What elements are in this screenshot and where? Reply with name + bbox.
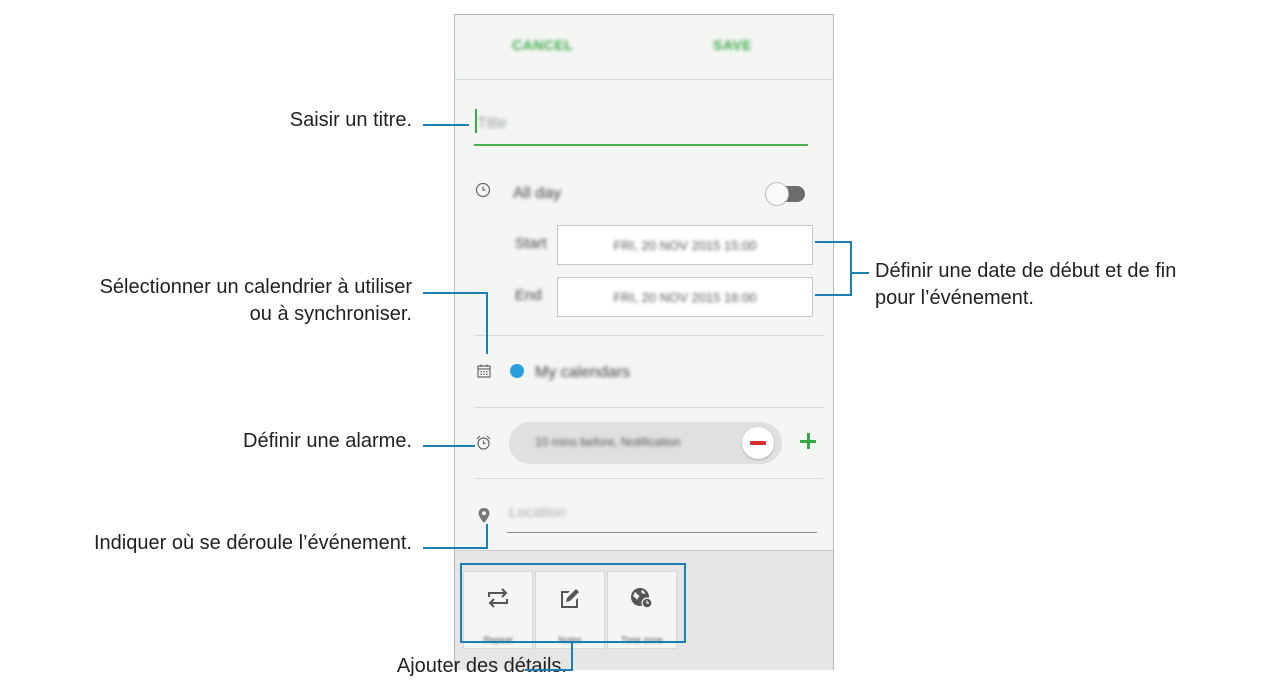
title-underline — [474, 144, 808, 146]
callout-location: Indiquer où se déroule l’événement. — [94, 532, 412, 554]
all-day-toggle[interactable] — [765, 182, 805, 206]
repeat-button[interactable]: Repeat — [463, 571, 533, 649]
time-zone-icon — [631, 588, 653, 609]
leader-line-location-h — [423, 547, 487, 549]
all-day-label: All day — [513, 185, 562, 202]
callout-title: Saisir un titre. — [289, 109, 412, 131]
end-label: End — [515, 287, 542, 304]
leader-line-details-v — [571, 641, 573, 671]
notes-label: Notes — [558, 635, 582, 645]
remove-alarm-button[interactable] — [742, 427, 774, 459]
bracket-details-left — [460, 563, 462, 643]
bracket-details-top — [460, 563, 686, 565]
start-date-field[interactable]: FRI, 20 NOV 2015 15:00 — [557, 225, 813, 265]
notes-icon — [561, 589, 579, 608]
alarm-value: 10 mins before, Notification — [535, 435, 681, 449]
leader-line-calendar-v — [486, 292, 488, 354]
cancel-button[interactable]: CANCEL — [512, 37, 573, 53]
bracket-dates-top — [815, 241, 852, 243]
calendar-icon — [477, 364, 491, 378]
time-zone-label: Time zone — [621, 635, 663, 645]
save-button[interactable]: SAVE — [713, 37, 752, 53]
top-toolbar: CANCEL SAVE — [455, 15, 833, 80]
leader-line-details-h — [525, 669, 573, 671]
repeat-icon — [488, 588, 508, 608]
callout-calendar-line2: ou à synchroniser. — [249, 303, 412, 325]
location-pin-icon — [478, 508, 490, 523]
callout-dates-line2: pour l’événement. — [875, 287, 1034, 309]
alarm-icon — [476, 435, 491, 450]
toggle-knob — [765, 182, 789, 206]
end-date-value: FRI, 20 NOV 2015 16:00 — [613, 290, 757, 305]
repeat-label: Repeat — [483, 635, 513, 645]
bracket-dates-bottom — [815, 294, 852, 296]
leader-line-alarm — [423, 445, 475, 447]
clock-icon — [475, 182, 491, 198]
leader-line-location-v — [486, 524, 488, 549]
calendar-color-dot — [510, 364, 524, 378]
callout-dates-line1: Définir une date de début et de fin — [875, 260, 1177, 282]
leader-line-title — [423, 124, 469, 126]
location-underline — [507, 532, 817, 533]
start-label: Start — [515, 235, 547, 252]
title-input[interactable]: Title — [477, 115, 507, 133]
end-date-field[interactable]: FRI, 20 NOV 2015 16:00 — [557, 277, 813, 317]
time-zone-button[interactable]: Time zone — [607, 571, 677, 649]
bracket-details-right — [684, 563, 686, 643]
divider — [475, 478, 823, 479]
add-alarm-button[interactable] — [795, 428, 821, 454]
divider — [475, 335, 823, 336]
start-date-value: FRI, 20 NOV 2015 15:00 — [613, 238, 757, 253]
location-input[interactable]: Location — [509, 504, 566, 521]
notes-button[interactable]: Notes — [535, 571, 605, 649]
divider — [475, 407, 823, 408]
leader-line-calendar-h — [423, 292, 487, 294]
callout-alarm: Définir une alarme. — [243, 430, 412, 452]
calendar-selector[interactable]: My calendars — [535, 364, 630, 382]
bracket-details-bottom — [460, 641, 686, 643]
callout-details: Ajouter des détails. — [396, 655, 567, 677]
phone-screen: CANCEL SAVE Title All day Start FRI, 20 … — [454, 14, 834, 670]
leader-line-dates — [850, 272, 869, 274]
alarm-chip[interactable]: 10 mins before, Notification — [509, 422, 782, 464]
callout-calendar-line1: Sélectionner un calendrier à utiliser — [99, 276, 412, 298]
bracket-dates-right — [850, 241, 852, 296]
